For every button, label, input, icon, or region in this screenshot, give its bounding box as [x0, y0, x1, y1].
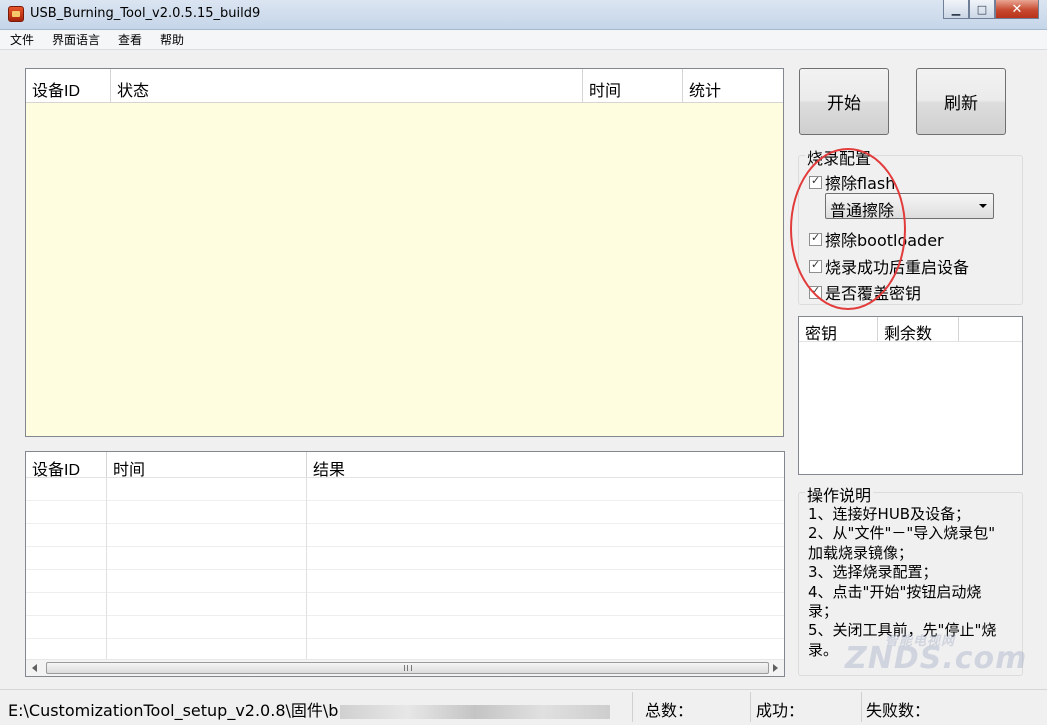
instruction-line: 2、从"文件"－"导入烧录包"	[808, 524, 996, 543]
table-cell	[26, 524, 107, 547]
start-button[interactable]: 开始	[799, 68, 889, 135]
status-path-text: E:\CustomizationTool_setup_v2.0.8\固件\b	[8, 701, 339, 720]
annotation-circle	[790, 148, 906, 310]
table-cell	[107, 478, 307, 501]
column-time[interactable]: 时间	[583, 69, 683, 102]
table-row[interactable]	[26, 593, 784, 616]
table-cell	[307, 524, 784, 547]
instruction-line: 录；	[808, 602, 839, 621]
table-cell	[26, 616, 107, 639]
table-cell	[26, 478, 107, 501]
scroll-right-icon[interactable]	[773, 664, 778, 672]
table-cell	[107, 524, 307, 547]
table-cell	[307, 501, 784, 524]
table-cell	[107, 501, 307, 524]
scrollbar-thumb[interactable]	[46, 662, 769, 674]
title-bar: USB_Burning_Tool_v2.0.5.15_build9 ▁ □ ✕	[0, 0, 1047, 30]
table-row[interactable]	[26, 616, 784, 639]
table-cell	[107, 547, 307, 570]
column-device-id[interactable]: 设备ID	[26, 452, 107, 477]
redacted-path	[340, 704, 611, 719]
maximize-button[interactable]: □	[969, 0, 995, 19]
table-cell	[307, 478, 784, 501]
minimize-button[interactable]: ▁	[943, 0, 969, 19]
column-key[interactable]: 密钥	[799, 317, 878, 341]
instruction-line: 加载烧录镜像；	[808, 543, 914, 562]
menu-view[interactable]: 查看	[116, 31, 144, 48]
table-cell	[307, 547, 784, 570]
menu-bar: 文件 界面语言 查看 帮助	[0, 30, 1047, 50]
table-cell	[107, 616, 307, 639]
table-cell	[307, 616, 784, 639]
device-table-header: 设备ID 状态 时间 统计	[26, 69, 783, 103]
instruction-line: 3、选择烧录配置；	[808, 563, 938, 582]
table-row[interactable]	[26, 501, 784, 524]
menu-language[interactable]: 界面语言	[50, 31, 102, 48]
key-table-header: 密钥 剩余数	[799, 317, 1022, 342]
status-path: E:\CustomizationTool_setup_v2.0.8\固件\b	[8, 692, 633, 722]
table-cell	[307, 570, 784, 593]
device-table[interactable]: 设备ID 状态 时间 统计	[25, 68, 784, 437]
status-success: 成功：	[756, 692, 862, 722]
table-cell	[26, 547, 107, 570]
column-remaining[interactable]: 剩余数	[878, 317, 959, 341]
app-icon	[8, 6, 24, 22]
close-button[interactable]: ✕	[995, 0, 1039, 19]
table-cell	[107, 593, 307, 616]
znds-watermark: 智能电视网 ZNDS.com	[845, 630, 1027, 676]
result-rows	[26, 478, 784, 662]
table-row[interactable]	[26, 478, 784, 501]
column-result[interactable]: 结果	[307, 452, 784, 477]
menu-file[interactable]: 文件	[8, 31, 36, 48]
column-time[interactable]: 时间	[107, 452, 307, 477]
scrollbar-grip-icon	[403, 665, 412, 671]
table-cell	[26, 501, 107, 524]
key-table[interactable]: 密钥 剩余数	[798, 316, 1023, 475]
horizontal-scrollbar[interactable]	[26, 659, 784, 676]
table-cell	[307, 593, 784, 616]
column-status[interactable]: 状态	[111, 69, 583, 102]
table-cell	[26, 593, 107, 616]
table-row[interactable]	[26, 547, 784, 570]
window-title: USB_Burning_Tool_v2.0.5.15_build9	[30, 6, 261, 21]
dropdown-arrow-icon[interactable]	[979, 204, 987, 208]
instruction-line: 1、连接好HUB及设备；	[808, 505, 971, 523]
column-stats[interactable]: 统计	[683, 69, 783, 102]
table-cell	[107, 570, 307, 593]
instruction-line: 4、点击"开始"按钮启动烧	[808, 582, 982, 601]
result-table-header: 设备ID 时间 结果	[26, 452, 784, 478]
menu-help[interactable]: 帮助	[158, 31, 186, 48]
status-bar: E:\CustomizationTool_setup_v2.0.8\固件\b 总…	[0, 689, 1047, 725]
status-total: 总数：	[645, 692, 751, 722]
column-device-id[interactable]: 设备ID	[26, 69, 111, 102]
refresh-button[interactable]: 刷新	[916, 68, 1006, 135]
table-row[interactable]	[26, 524, 784, 547]
instructions-title: 操作说明	[805, 482, 874, 506]
result-table[interactable]: 设备ID 时间 结果	[25, 451, 785, 677]
watermark-main: ZNDS.com	[845, 641, 1028, 676]
scroll-left-icon[interactable]	[32, 664, 37, 672]
status-fail: 失败数：	[866, 701, 931, 720]
table-row[interactable]	[26, 570, 784, 593]
window-controls: ▁ □ ✕	[943, 0, 1039, 20]
table-cell	[26, 570, 107, 593]
